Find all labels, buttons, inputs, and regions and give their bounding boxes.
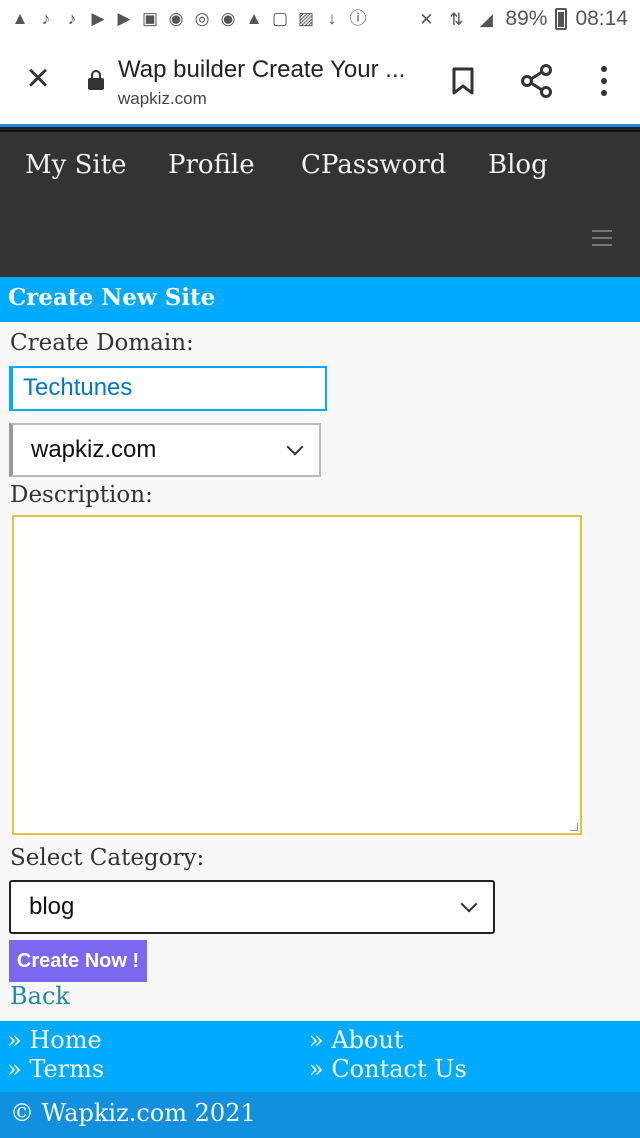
- more-menu-icon[interactable]: [592, 66, 616, 96]
- info-icon: ⓘ: [349, 8, 367, 28]
- close-icon[interactable]: ×: [20, 58, 56, 98]
- nav-item-my-site[interactable]: My Site: [25, 150, 127, 180]
- messenger-icon: ◉: [168, 8, 184, 28]
- share-icon[interactable]: [520, 64, 554, 98]
- header-divider: [0, 124, 640, 132]
- page-title[interactable]: Wap builder Create Your ...: [118, 56, 418, 84]
- domain-input[interactable]: Techtunes: [9, 366, 327, 411]
- battery-icon: [555, 8, 568, 30]
- description-textarea[interactable]: [12, 515, 582, 835]
- alert-icon: ▲: [245, 8, 263, 28]
- messenger-icon: ◉: [220, 8, 236, 28]
- hamburger-menu-icon[interactable]: [592, 230, 612, 246]
- image-icon: ▨: [297, 8, 315, 28]
- data-icon: ⇅: [449, 9, 464, 29]
- category-label: Select Category:: [10, 845, 205, 871]
- battery-percent: 89%: [505, 7, 548, 30]
- sync-icon: ◎: [194, 8, 210, 28]
- nav-item-profile[interactable]: Profile: [168, 150, 255, 180]
- clock: 08:14: [575, 7, 628, 30]
- chevron-down-icon: [460, 895, 478, 913]
- nav-item-cpassword[interactable]: CPassword: [301, 150, 446, 180]
- file-icon: ▢: [271, 8, 289, 28]
- description-label: Description:: [10, 482, 153, 508]
- lock-icon: [88, 70, 104, 90]
- system-status: ✕ ⇅ ◢ 89% 08:14: [415, 7, 628, 31]
- youtube-icon: ▶: [117, 8, 131, 28]
- domain-suffix-select[interactable]: wapkiz.com: [9, 423, 321, 477]
- create-now-button[interactable]: Create Now !: [9, 940, 147, 982]
- tiktok-icon: ♪: [67, 8, 77, 28]
- site-nav: My Site Profile CPassword Blog: [0, 132, 640, 277]
- category-select[interactable]: blog: [9, 880, 495, 934]
- bookmark-icon[interactable]: [452, 67, 474, 95]
- nav-item-blog[interactable]: Blog: [488, 150, 548, 180]
- copyright: © Wapkiz.com 2021: [0, 1092, 640, 1138]
- footer-link-home[interactable]: » Home: [7, 1026, 102, 1054]
- domain-label: Create Domain:: [10, 330, 194, 356]
- back-link[interactable]: Back: [10, 982, 70, 1010]
- chevron-down-icon: [286, 438, 304, 456]
- download-icon: ↓: [327, 8, 337, 28]
- status-bar: ▲ ♪ ♪ ▶ ▶ ▣ ◉ ◎ ◉ ▲ ▢ ▨ ↓ ⓘ ✕ ⇅ ◢ 89% 08…: [0, 0, 640, 40]
- bag-icon: ▣: [141, 8, 159, 28]
- browser-toolbar: × Wap builder Create Your ... wapkiz.com: [0, 40, 640, 124]
- mute-icon: ✕: [419, 9, 434, 29]
- tiktok-icon: ♪: [41, 8, 51, 28]
- resize-handle-icon[interactable]: [570, 823, 578, 831]
- category-value: blog: [29, 893, 75, 920]
- notification-icons: ▲ ♪ ♪ ▶ ▶ ▣ ◉ ◎ ◉ ▲ ▢ ▨ ↓ ⓘ: [10, 8, 368, 28]
- alert-icon: ▲: [11, 8, 29, 28]
- domain-suffix-value: wapkiz.com: [31, 436, 157, 463]
- page-url[interactable]: wapkiz.com: [118, 89, 207, 109]
- page-heading: Create New Site: [0, 277, 640, 322]
- footer-link-terms[interactable]: » Terms: [7, 1055, 104, 1083]
- signal-icon: ◢: [479, 9, 493, 29]
- footer-link-contact-us[interactable]: » Contact Us: [309, 1055, 467, 1083]
- youtube-icon: ▶: [91, 8, 105, 28]
- footer-link-about[interactable]: » About: [309, 1026, 404, 1054]
- footer-links: » Home » About » Terms » Contact Us: [0, 1021, 640, 1092]
